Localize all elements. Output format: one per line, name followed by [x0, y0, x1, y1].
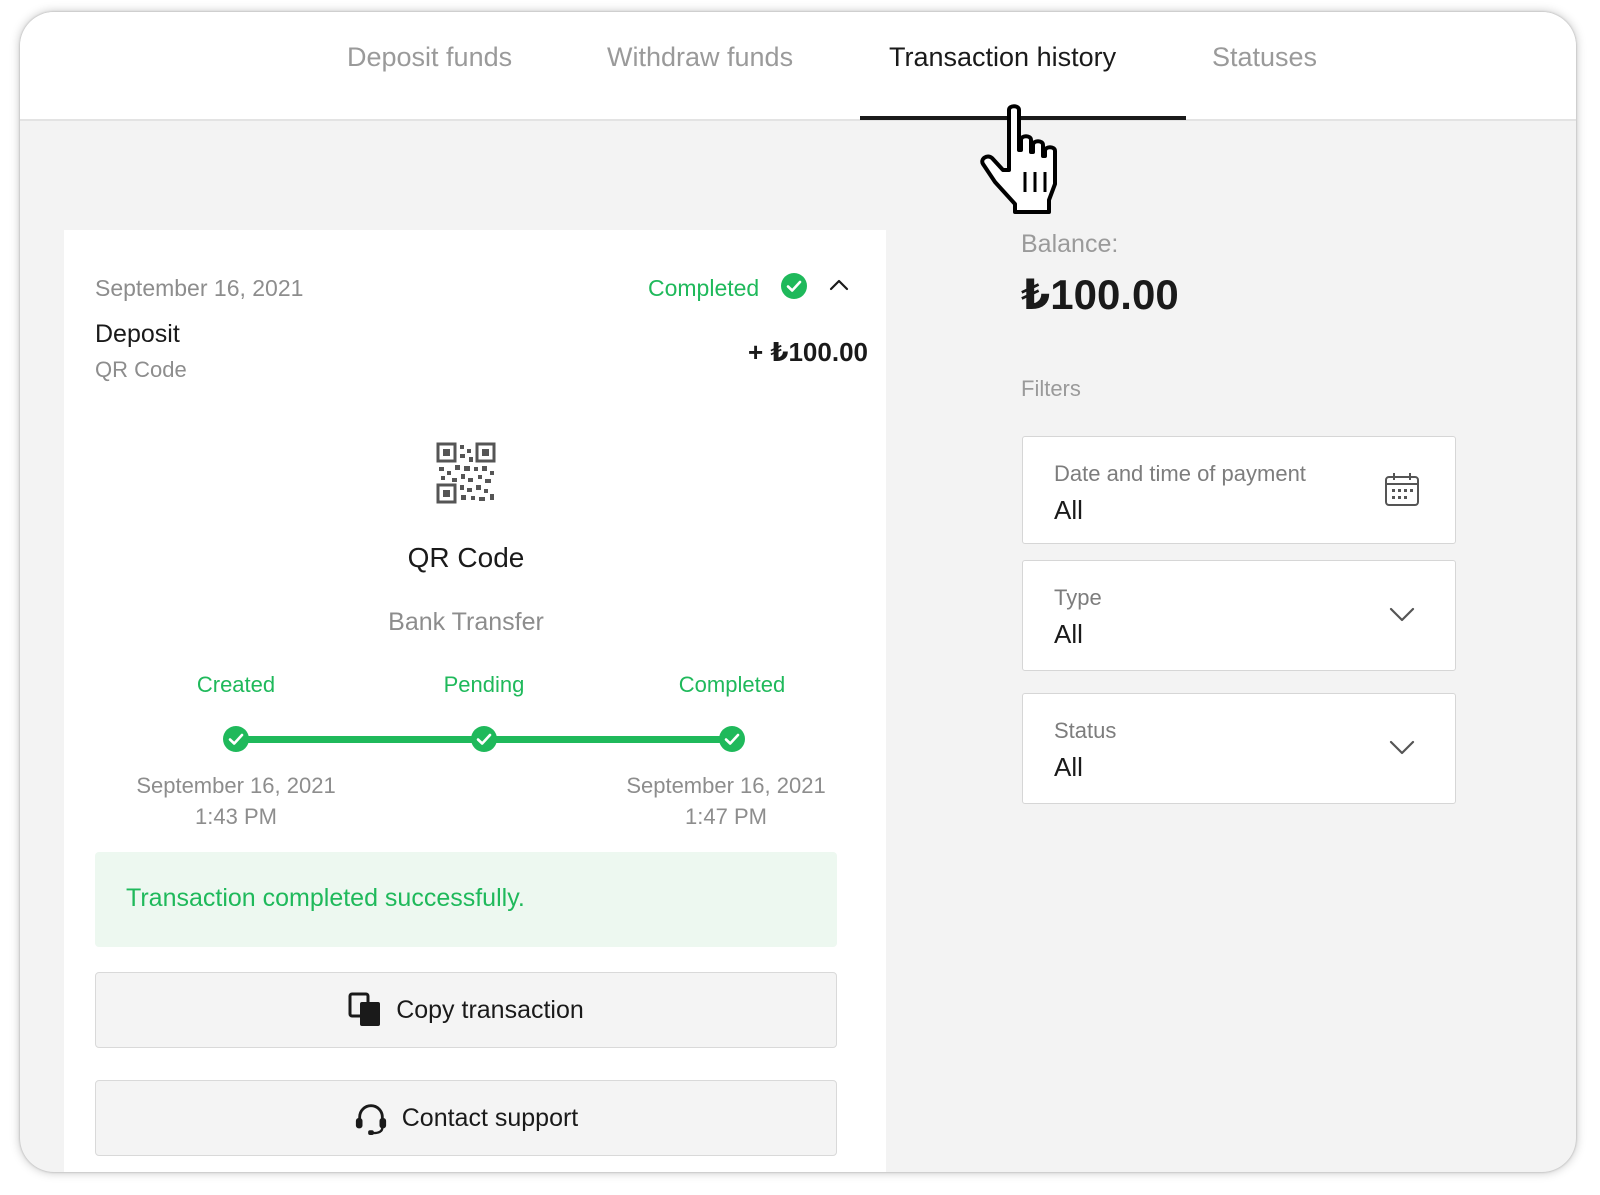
- step-time-created: September 16, 2021 1:43 PM: [116, 770, 356, 832]
- headset-icon: [355, 1104, 386, 1135]
- method-title: QR Code: [407, 542, 525, 573]
- chevron-down-icon: [1389, 607, 1415, 622]
- copy-transaction-button[interactable]: Copy transaction: [95, 972, 837, 1048]
- calendar-icon: [1385, 473, 1419, 506]
- contact-support-label: Contact support: [401, 1103, 579, 1132]
- step-date: September 16, 2021: [626, 773, 826, 798]
- balance-value: ₺100.00: [1021, 271, 1179, 318]
- filter-value: All: [1054, 752, 1083, 782]
- filters-label: Filters: [1021, 376, 1081, 401]
- filter-status[interactable]: Status All: [1022, 693, 1456, 804]
- filter-label: Date and time of payment: [1054, 461, 1306, 486]
- success-message-box: Transaction completed successfully.: [95, 852, 837, 947]
- tab-statuses[interactable]: Statuses: [1212, 42, 1317, 73]
- qr-code-icon: [436, 442, 496, 504]
- success-message: Transaction completed successfully.: [126, 884, 525, 912]
- step-time: 1:43 PM: [195, 804, 277, 829]
- step-time-completed: September 16, 2021 1:47 PM: [606, 770, 846, 832]
- filter-value: All: [1054, 619, 1083, 649]
- copy-icon: [348, 992, 381, 1026]
- filter-value: All: [1054, 495, 1083, 525]
- step-date: September 16, 2021: [136, 773, 336, 798]
- step-label-pending: Pending: [443, 672, 525, 697]
- transaction-type: Deposit: [95, 320, 180, 348]
- step-check-icon: [223, 726, 249, 752]
- filter-date-time[interactable]: Date and time of payment All: [1022, 436, 1456, 544]
- step-label-created: Created: [196, 672, 276, 697]
- chevron-up-icon[interactable]: [826, 272, 852, 298]
- app-window: Deposit funds Withdraw funds Transaction…: [20, 12, 1576, 1172]
- balance-label: Balance:: [1021, 230, 1119, 258]
- tab-deposit-funds[interactable]: Deposit funds: [347, 42, 512, 73]
- chevron-down-icon: [1389, 740, 1415, 755]
- method-subtitle: Bank Transfer: [388, 608, 544, 636]
- step-check-icon: [719, 726, 745, 752]
- check-circle-icon: [781, 273, 807, 299]
- transaction-method: QR Code: [95, 357, 187, 382]
- tab-bar: Deposit funds Withdraw funds Transaction…: [20, 12, 1576, 121]
- step-label-completed: Completed: [678, 672, 786, 697]
- tab-withdraw-funds[interactable]: Withdraw funds: [607, 42, 793, 73]
- transaction-card: September 16, 2021 Completed Deposit QR …: [64, 230, 886, 1172]
- tab-transaction-history[interactable]: Transaction history: [889, 42, 1116, 73]
- filter-label: Type: [1054, 585, 1102, 610]
- step-time: 1:47 PM: [685, 804, 767, 829]
- copy-transaction-label: Copy transaction: [396, 995, 584, 1024]
- transaction-status: Completed: [648, 275, 760, 301]
- step-check-icon: [471, 726, 497, 752]
- filter-label: Status: [1054, 718, 1117, 743]
- hand-cursor-icon: [980, 104, 1057, 214]
- filter-type[interactable]: Type All: [1022, 560, 1456, 671]
- transaction-date: September 16, 2021: [95, 275, 304, 301]
- transaction-amount: + ₺100.00: [747, 337, 868, 367]
- contact-support-button[interactable]: Contact support: [95, 1080, 837, 1156]
